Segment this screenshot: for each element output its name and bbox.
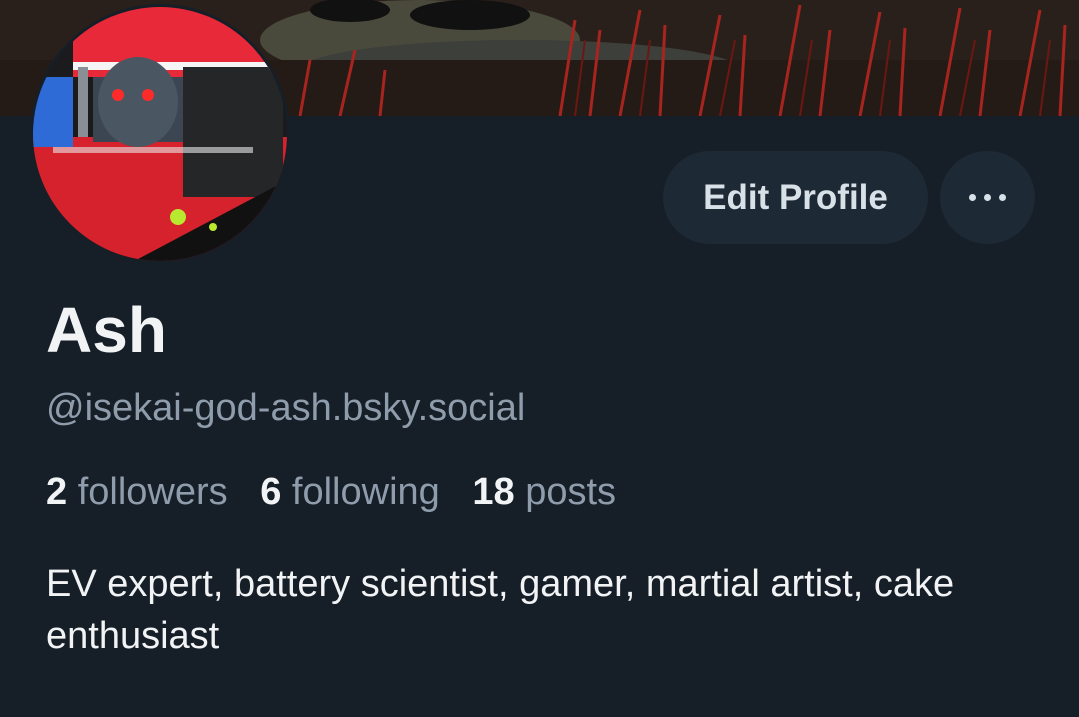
user-handle: @isekai-god-ash.bsky.social — [46, 387, 526, 429]
posts-count: 18 — [472, 471, 515, 513]
profile-bio: EV expert, battery scientist, gamer, mar… — [46, 563, 955, 657]
following-count: 6 — [260, 471, 282, 513]
more-options-button[interactable] — [940, 151, 1035, 244]
following-label: following — [291, 471, 440, 513]
followers-count: 2 — [46, 471, 68, 513]
edit-profile-button[interactable]: Edit Profile — [663, 151, 928, 244]
ellipsis-icon — [965, 194, 1010, 201]
followers-label: followers — [77, 471, 228, 513]
following-stat[interactable]: 6 following — [260, 471, 440, 513]
posts-stat: 18 posts — [472, 471, 616, 513]
display-name: Ash — [46, 294, 167, 366]
posts-label: posts — [525, 471, 617, 513]
avatar[interactable] — [30, 4, 290, 264]
edit-profile-label: Edit Profile — [703, 177, 888, 217]
followers-stat[interactable]: 2 followers — [46, 471, 228, 513]
profile-stats: 2 followers 6 following 18 posts — [46, 468, 638, 516]
